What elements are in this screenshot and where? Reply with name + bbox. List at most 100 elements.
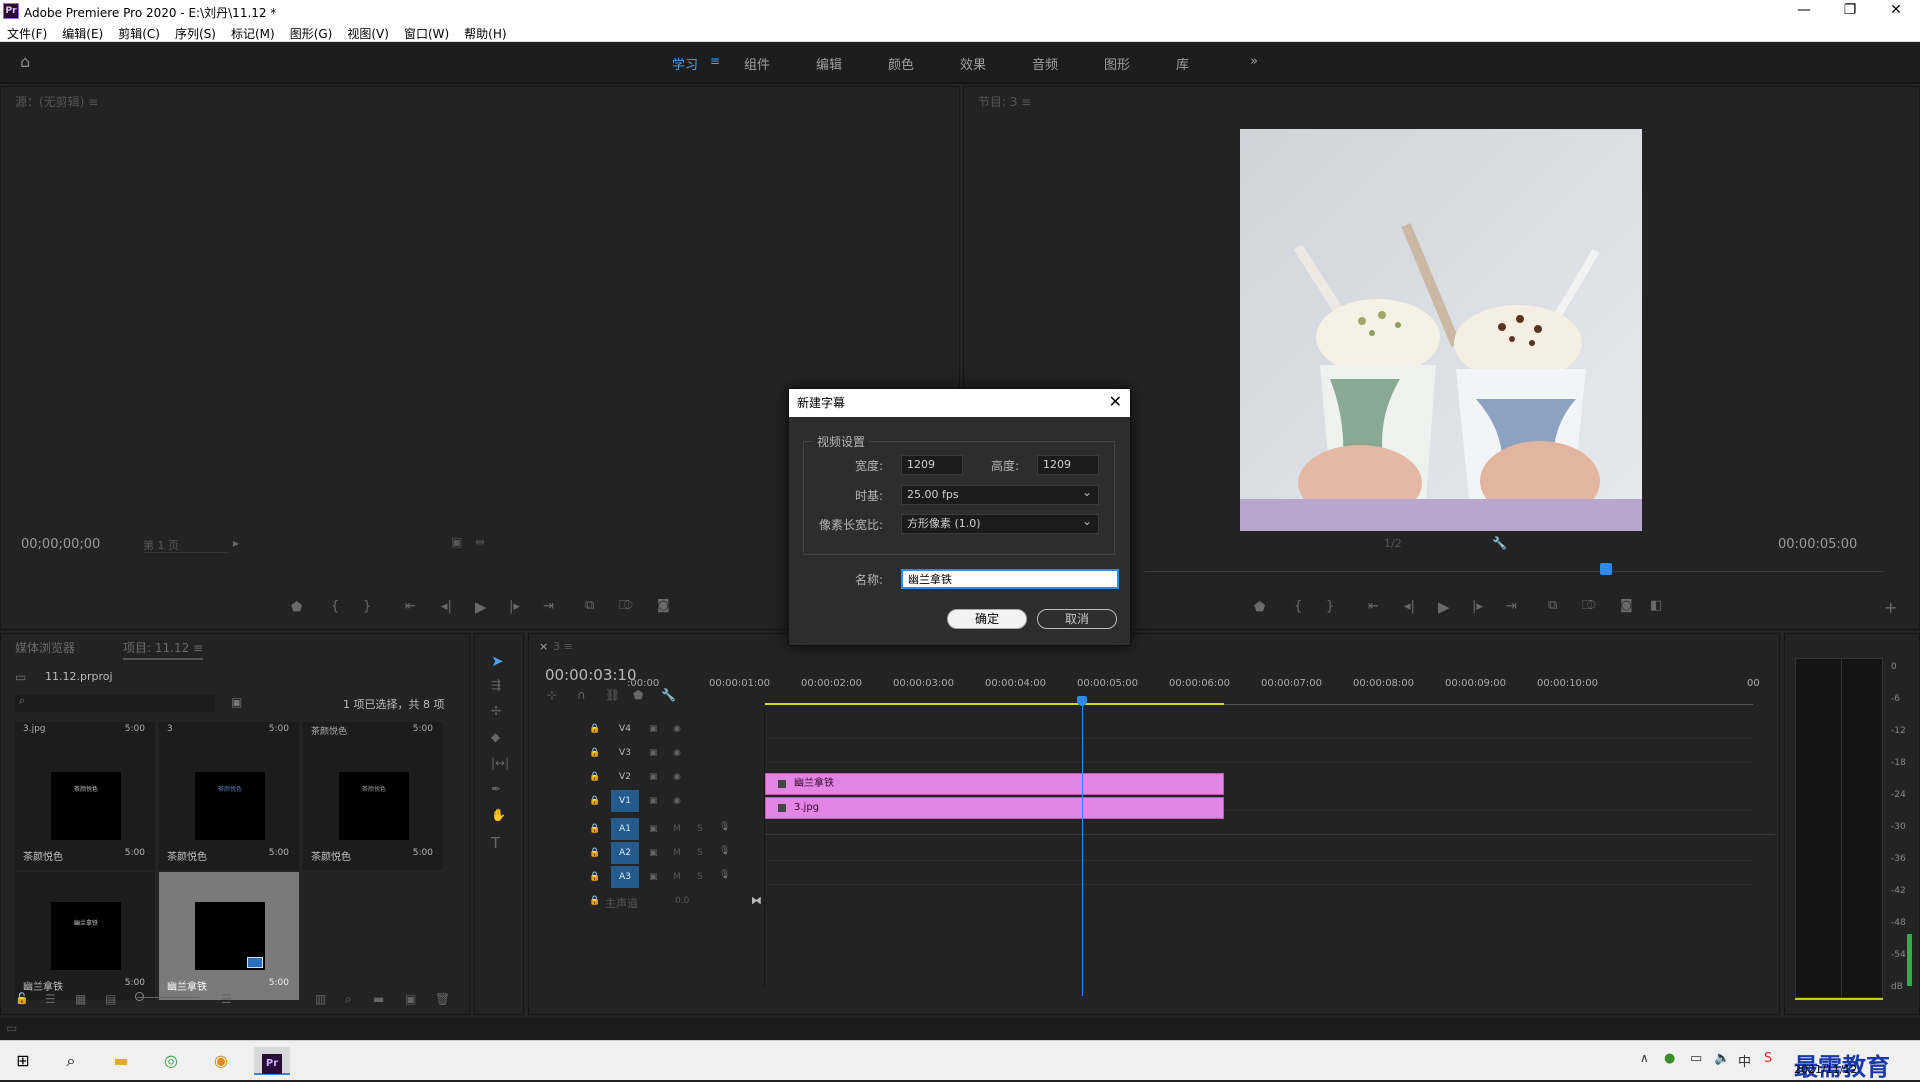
slip-tool-icon[interactable]: |↔| [491, 756, 509, 770]
menu-window[interactable]: 窗口(W) [397, 22, 457, 42]
zoom-slider-handle[interactable] [135, 992, 144, 1001]
close-sequence-icon[interactable]: × [539, 640, 548, 653]
sync-v1-icon[interactable]: ▣ [649, 796, 658, 806]
lock-v1-icon[interactable]: 🔒 [589, 796, 600, 806]
file-explorer-icon[interactable]: ▬ [106, 1047, 136, 1075]
lock-master-icon[interactable]: 🔒 [589, 896, 600, 906]
mic-a3-icon[interactable]: 🎙 [719, 870, 730, 880]
source-timecode[interactable]: 00;00;00;00 [21, 537, 100, 552]
ime-icon[interactable]: 中 [1738, 1051, 1751, 1070]
find-icon[interactable]: ⌕ [345, 992, 352, 1007]
linked-selection-icon[interactable]: ⛓ [605, 688, 620, 702]
project-item-chayan-3[interactable]: 茶颜悦色 茶颜悦色 5:00 [303, 742, 443, 870]
export-frame-icon[interactable]: ◙ [657, 598, 670, 613]
work-area-bar[interactable] [765, 703, 1224, 705]
timeline-timecode[interactable]: 00:00:03:10 [545, 666, 637, 684]
prog-mark-in-icon[interactable]: { [1294, 599, 1302, 614]
lock-a1-icon[interactable]: 🔒 [589, 824, 600, 834]
mute-a1-icon[interactable]: M [673, 824, 681, 834]
solo-a3-icon[interactable]: S [697, 872, 703, 882]
sync-a3-icon[interactable]: ▣ [649, 872, 658, 882]
ripple-edit-tool-icon[interactable]: ✢ [491, 704, 501, 718]
overwrite-icon[interactable]: ⎄ [619, 598, 633, 613]
eye-v3-icon[interactable]: ◉ [673, 748, 681, 758]
premiere-taskbar-icon[interactable]: Pr [254, 1047, 290, 1075]
prog-step-forward-icon[interactable]: |▸ [1472, 599, 1483, 614]
home-icon[interactable]: ⌂ [20, 52, 30, 71]
program-settings-icon[interactable]: 🔧 [1492, 536, 1507, 550]
step-back-icon[interactable]: ◂| [441, 599, 452, 614]
mute-a2-icon[interactable]: M [673, 848, 681, 858]
program-scrub-bar[interactable] [1144, 571, 1884, 572]
track-select-tool-icon[interactable]: ⇶ [491, 678, 501, 692]
restore-button[interactable]: ❐ [1830, 0, 1870, 22]
solo-a1-icon[interactable]: S [697, 824, 703, 834]
list-view-icon[interactable]: ☰ [45, 992, 56, 1006]
cancel-button[interactable]: 取消 [1037, 609, 1117, 629]
lift-icon[interactable]: ⧉ [1548, 598, 1557, 613]
search-icon[interactable]: ⌕ [56, 1047, 86, 1075]
chrome-icon[interactable]: ◎ [156, 1047, 186, 1075]
source-export-icon[interactable]: ⇹ [475, 535, 485, 549]
new-item-icon[interactable]: ▣ [405, 992, 416, 1006]
sync-v4-icon[interactable]: ▣ [649, 724, 658, 734]
clear-icon[interactable]: 🗑 [435, 992, 450, 1006]
track-v4[interactable]: V4 [611, 718, 639, 740]
prog-mark-out-icon[interactable]: } [1326, 599, 1334, 614]
source-header[interactable]: 源：(无剪辑) ≡ [15, 93, 98, 110]
lock-a2-icon[interactable]: 🔒 [589, 848, 600, 858]
type-tool-icon[interactable]: T [491, 834, 500, 852]
menu-file[interactable]: 文件(F) [0, 22, 55, 42]
minimize-button[interactable]: — [1784, 0, 1824, 22]
program-playhead[interactable] [1600, 563, 1612, 575]
nest-icon[interactable]: ⊹ [547, 688, 557, 702]
mark-in-icon[interactable]: { [331, 599, 339, 614]
sync-v2-icon[interactable]: ▣ [649, 772, 658, 782]
project-tab[interactable]: 项目: 11.12 ≡ [123, 639, 204, 660]
project-item-youlan-selected[interactable]: 幽兰拿铁 5:00 [159, 872, 299, 1000]
sequence-tab[interactable]: 3 ≡ [553, 640, 573, 653]
insert-icon[interactable]: ⧉ [585, 598, 594, 613]
menu-graphics[interactable]: 图形(G) [283, 22, 341, 42]
workspace-tab-libraries[interactable]: 库 [1176, 54, 1189, 73]
play-icon[interactable]: ▶ [475, 598, 487, 616]
menu-sequence[interactable]: 序列(S) [168, 22, 224, 42]
prog-step-back-icon[interactable]: ◂| [1404, 599, 1415, 614]
prog-go-to-out-icon[interactable]: ⇥ [1506, 599, 1517, 614]
workspace-more-icon[interactable]: » [1250, 54, 1258, 69]
par-select[interactable]: 方形像素 (1.0) [901, 512, 1099, 534]
workspace-tab-learn[interactable]: 学习 [672, 54, 698, 73]
sort-icon[interactable]: ☰ [221, 992, 232, 1006]
project-item-3-top[interactable]: 3 5:00 [159, 722, 299, 742]
project-item-youlan-1[interactable]: 幽兰拿铁 幽兰拿铁 5:00 [15, 872, 155, 1000]
track-a1[interactable]: A1 [611, 818, 639, 840]
dialog-close-icon[interactable]: ✕ [1109, 392, 1122, 411]
go-to-in-icon[interactable]: ⇤ [405, 599, 416, 614]
menu-view[interactable]: 视图(V) [340, 22, 397, 42]
project-item-chayan-top[interactable]: 茶颜悦色 5:00 [303, 722, 443, 742]
sync-a1-icon[interactable]: ▣ [649, 824, 658, 834]
hand-tool-icon[interactable]: ✋ [491, 808, 506, 822]
lock-v3-icon[interactable]: 🔒 [589, 748, 600, 758]
mic-a1-icon[interactable]: 🎙 [719, 822, 730, 832]
workspace-tab-effects[interactable]: 效果 [960, 54, 986, 73]
timebase-select[interactable]: 25.00 fps [901, 483, 1099, 505]
track-a2[interactable]: A2 [611, 842, 639, 864]
width-field[interactable]: 1209 [901, 455, 963, 475]
snap-icon[interactable]: ∩ [577, 688, 586, 702]
source-settings-icon[interactable]: ▣ [451, 535, 462, 549]
tray-chevron-icon[interactable]: ∧ [1640, 1051, 1649, 1065]
automate-icon[interactable]: ▥ [315, 992, 326, 1006]
menu-help[interactable]: 帮助(H) [457, 22, 514, 42]
network-icon[interactable]: ▭ [1690, 1051, 1702, 1066]
track-v1[interactable]: V1 [611, 790, 639, 812]
track-a3[interactable]: A3 [611, 866, 639, 888]
master-expand-icon[interactable]: ⧓ [751, 894, 762, 907]
project-item-chayan-2[interactable]: 茶颜悦色 茶颜悦色 5:00 [159, 742, 299, 870]
program-zoom-select[interactable]: 1/2 [1384, 537, 1470, 553]
timeline-settings-icon[interactable]: 🔧 [661, 688, 676, 702]
selection-tool-icon[interactable]: ➤ [491, 652, 504, 670]
track-v2[interactable]: V2 [611, 766, 639, 788]
sync-v3-icon[interactable]: ▣ [649, 748, 658, 758]
program-timecode[interactable]: 00:00:05:00 [1778, 537, 1857, 552]
